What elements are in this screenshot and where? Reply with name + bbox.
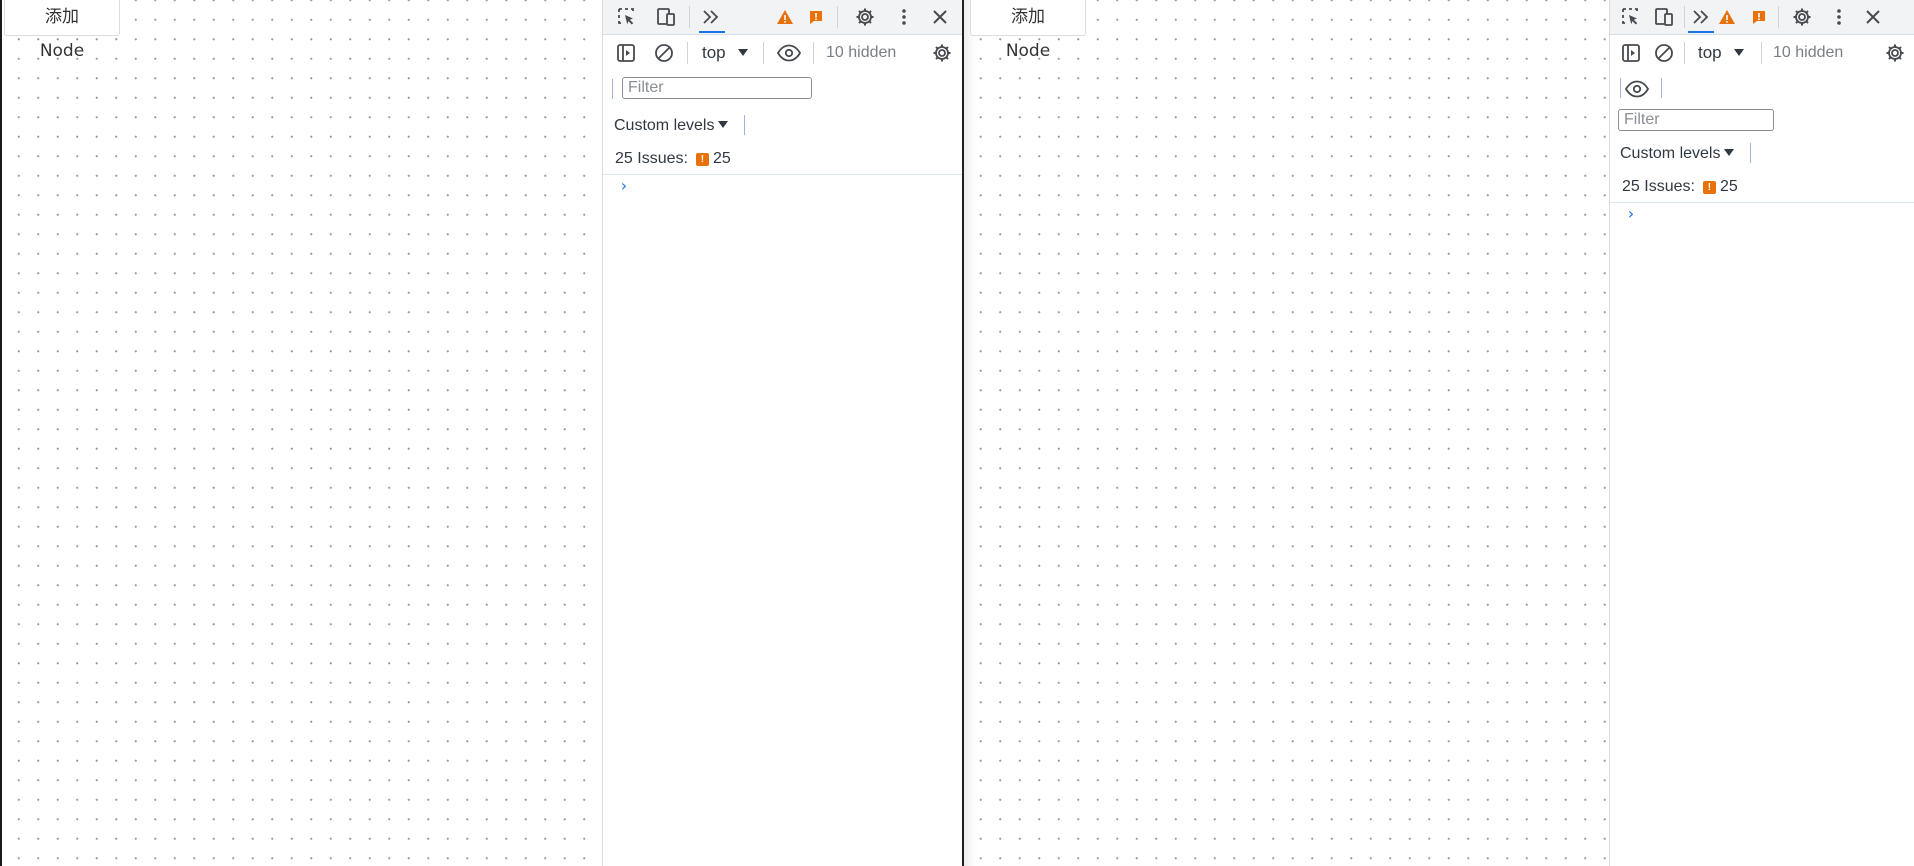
- close-icon[interactable]: [1859, 3, 1887, 31]
- issue-badge-icon: !: [1702, 181, 1716, 194]
- toolbar-divider: [1778, 6, 1779, 28]
- log-levels-dropdown[interactable]: Custom levels: [614, 117, 729, 135]
- inspect-element-icon[interactable]: [1617, 3, 1645, 31]
- filter-input[interactable]: [1618, 109, 1774, 131]
- clear-console-icon[interactable]: [1650, 39, 1678, 67]
- context-selector[interactable]: top: [702, 43, 748, 63]
- toolbar-divider: [687, 42, 688, 64]
- issues-counter[interactable]: 25 Issues:! 25: [615, 150, 731, 168]
- inspect-element-icon[interactable]: [613, 3, 641, 31]
- issue-badge-icon: !: [695, 153, 709, 166]
- toolbar-divider: [1684, 42, 1685, 64]
- console-settings-icon[interactable]: [1881, 39, 1909, 67]
- context-selector[interactable]: top: [1698, 43, 1744, 63]
- eye-icon[interactable]: [775, 39, 803, 67]
- console-prompt[interactable]: ›: [1626, 204, 1636, 223]
- context-selector-label: top: [702, 43, 726, 62]
- filter-input[interactable]: [622, 77, 812, 99]
- chevron-down-icon: [737, 49, 748, 56]
- active-tab-indicator: [699, 31, 725, 33]
- toolbar-divider: [1684, 6, 1685, 28]
- divider: [744, 115, 745, 135]
- chevron-down-icon: [1733, 49, 1744, 56]
- warning-icon[interactable]: [771, 3, 799, 31]
- more-options-icon[interactable]: [1825, 3, 1853, 31]
- close-icon[interactable]: [926, 3, 954, 31]
- caret-down-icon: [1724, 149, 1735, 156]
- active-tab-indicator: [1688, 31, 1714, 33]
- more-tabs-icon[interactable]: [697, 3, 725, 31]
- add-node-button[interactable]: 添加Node: [4, 0, 120, 61]
- issues-count: 25: [712, 150, 731, 167]
- console-divider: [603, 174, 962, 175]
- issues-counter[interactable]: 25 Issues:! 25: [1622, 178, 1738, 196]
- toolbar-divider: [689, 6, 690, 28]
- eye-icon[interactable]: [1623, 75, 1651, 103]
- devtools-tabbar: [1610, 0, 1914, 35]
- devtools-tabbar: [603, 0, 962, 35]
- device-toolbar-icon[interactable]: [1650, 3, 1678, 31]
- log-levels-dropdown[interactable]: Custom levels: [1620, 145, 1735, 163]
- console-divider: [1610, 202, 1914, 203]
- log-levels-label: Custom levels: [1620, 145, 1721, 162]
- hidden-messages-count: 10 hidden: [826, 44, 897, 61]
- add-node-button[interactable]: 添加Node: [970, 0, 1086, 61]
- divider: [1620, 78, 1621, 98]
- sidebar-toggle-icon[interactable]: [1617, 39, 1645, 67]
- divider: [1661, 78, 1662, 98]
- devtools-panel: top 10 hidden Custom levels 25 Issues:!2…: [602, 0, 962, 866]
- issue-icon[interactable]: [802, 3, 830, 31]
- toolbar-divider: [837, 6, 838, 28]
- log-levels-label: Custom levels: [614, 117, 715, 134]
- console-prompt[interactable]: ›: [619, 176, 629, 195]
- issues-count: 25: [1719, 178, 1738, 195]
- caret-down-icon: [718, 121, 729, 128]
- toolbar-divider: [1761, 42, 1762, 64]
- more-options-icon[interactable]: [890, 3, 918, 31]
- divider: [1750, 143, 1751, 163]
- clear-console-icon[interactable]: [650, 39, 678, 67]
- right-pane: 添加Node top 10 hidden Filter Custom level…: [962, 0, 1914, 866]
- more-tabs-icon[interactable]: [1687, 3, 1715, 31]
- screen: 添加Node top 10 hidden Filter Custom level…: [0, 0, 1914, 866]
- settings-icon[interactable]: [1788, 3, 1816, 31]
- toolbar-divider: [763, 42, 764, 64]
- settings-icon[interactable]: [851, 3, 879, 31]
- warning-icon[interactable]: [1713, 3, 1741, 31]
- devtools-panel: top 10 hidden Custom levels 25 Issues:!2…: [1609, 0, 1914, 866]
- divider: [612, 79, 613, 99]
- hidden-messages-count: 10 hidden: [1773, 44, 1844, 61]
- left-pane: 添加Node top 10 hidden Filter Custom level…: [0, 0, 962, 866]
- node-canvas[interactable]: [964, 0, 1609, 866]
- console-settings-icon[interactable]: [928, 39, 956, 67]
- context-selector-label: top: [1698, 43, 1722, 62]
- device-toolbar-icon[interactable]: [652, 3, 680, 31]
- issues-label: 25 Issues:: [615, 150, 688, 167]
- node-canvas[interactable]: [2, 0, 602, 866]
- sidebar-toggle-icon[interactable]: [612, 39, 640, 67]
- issue-icon[interactable]: [1745, 3, 1773, 31]
- issues-label: 25 Issues:: [1622, 178, 1695, 195]
- toolbar-divider: [813, 42, 814, 64]
